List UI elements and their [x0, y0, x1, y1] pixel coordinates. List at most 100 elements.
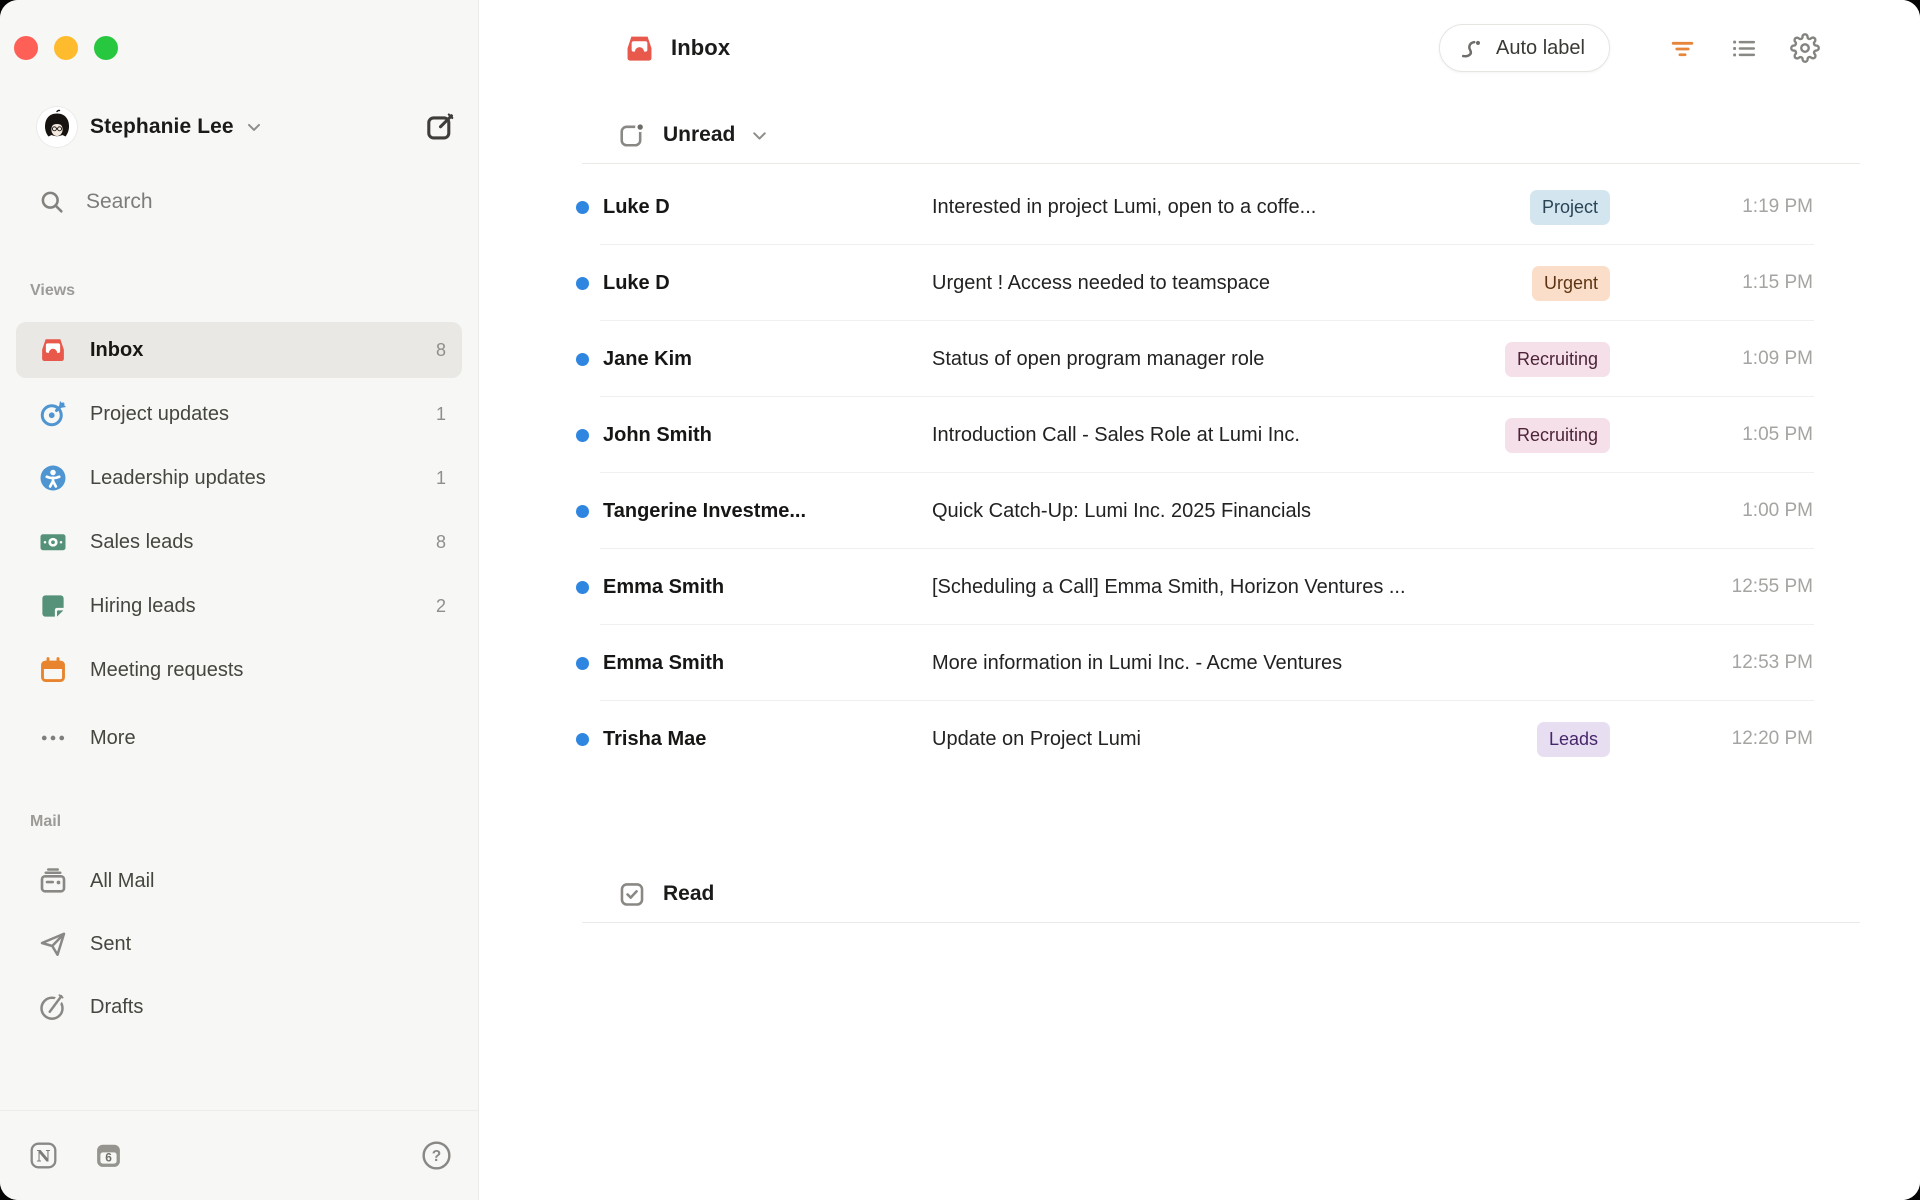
sidebar-item-meeting-requests[interactable]: Meeting requests [16, 642, 462, 698]
unread-dot-icon [576, 657, 589, 670]
sidebar-item-more[interactable]: More [16, 710, 462, 766]
search-input[interactable]: Search [16, 182, 462, 222]
email-row[interactable]: John Smith Introduction Call - Sales Rol… [479, 397, 1920, 473]
unread-dot-icon [576, 733, 589, 746]
email-sender: Luke D [603, 272, 932, 295]
minimize-window-button[interactable] [54, 36, 78, 60]
auto-label-button[interactable]: Auto label [1439, 24, 1610, 72]
help-icon[interactable]: ? [421, 1140, 452, 1171]
sidebar-item-count: 8 [436, 532, 446, 553]
close-window-button[interactable] [14, 36, 38, 60]
banknote-icon [38, 527, 68, 557]
email-time: 12:55 PM [1648, 576, 1813, 598]
sidebar-item-drafts[interactable]: Drafts [16, 979, 462, 1035]
email-sender: Trisha Mae [603, 728, 932, 751]
svg-text:N: N [36, 1146, 50, 1165]
email-row[interactable]: Emma Smith More information in Lumi Inc.… [479, 625, 1920, 701]
list-view-icon[interactable] [1729, 34, 1758, 63]
unread-group-title: Unread [663, 123, 735, 147]
notion-logo-icon[interactable]: N [29, 1141, 58, 1170]
sidebar-item-sales-leads[interactable]: Sales leads 8 [16, 514, 462, 570]
sidebar-item-label: Leadership updates [90, 467, 436, 490]
filter-icon[interactable] [1668, 34, 1697, 63]
sidebar-item-leadership-updates[interactable]: Leadership updates 1 [16, 450, 462, 506]
target-icon [38, 399, 68, 429]
email-sender: Emma Smith [603, 576, 932, 599]
svg-text:?: ? [432, 1148, 441, 1165]
calendar-day-icon[interactable]: 6 [94, 1141, 123, 1170]
email-time: 1:09 PM [1648, 348, 1813, 370]
sidebar-item-count: 1 [436, 468, 446, 489]
sidebar-item-label: Hiring leads [90, 595, 436, 618]
email-sender: Jane Kim [603, 348, 932, 371]
sidebar-item-sent[interactable]: Sent [16, 916, 462, 972]
email-row[interactable]: Emma Smith [Scheduling a Call] Emma Smit… [479, 549, 1920, 625]
compose-button[interactable] [424, 111, 456, 143]
sidebar: Stephanie Lee [0, 0, 479, 1200]
divider [582, 163, 1860, 164]
unread-dot-icon [576, 429, 589, 442]
chevron-down-icon [244, 117, 264, 137]
window-controls [0, 0, 478, 60]
email-row[interactable]: Tangerine Investme... Quick Catch-Up: Lu… [479, 473, 1920, 549]
drafts-icon [38, 992, 68, 1022]
person-icon [38, 463, 68, 493]
email-row[interactable]: Jane Kim Status of open program manager … [479, 321, 1920, 397]
email-row[interactable]: Luke D Urgent ! Access needed to teamspa… [479, 245, 1920, 321]
email-time: 1:00 PM [1648, 500, 1813, 522]
email-subject: Status of open program manager role [932, 348, 1505, 371]
email-row[interactable]: Luke D Interested in project Lumi, open … [479, 169, 1920, 245]
user-avatar [37, 107, 77, 147]
email-sender: Tangerine Investme... [603, 500, 932, 523]
sidebar-item-count: 2 [436, 596, 446, 617]
ellipsis-icon [38, 723, 68, 753]
sidebar-item-label: Sales leads [90, 531, 436, 554]
sidebar-item-all-mail[interactable]: All Mail [16, 853, 462, 909]
auto-label-icon [1459, 35, 1485, 61]
email-list: Luke D Interested in project Lumi, open … [479, 169, 1920, 777]
unread-group-header[interactable]: Unread [479, 110, 1920, 160]
email-subject: More information in Lumi Inc. - Acme Ven… [932, 652, 1610, 675]
send-icon [38, 929, 68, 959]
sidebar-item-label: Project updates [90, 403, 436, 426]
unread-dot-icon [576, 505, 589, 518]
read-group-header[interactable]: Read [479, 869, 1920, 919]
email-subject: Urgent ! Access needed to teamspace [932, 272, 1532, 295]
app-window: Stephanie Lee [0, 0, 1920, 1200]
user-name: Stephanie Lee [90, 115, 234, 139]
all-mail-icon [38, 866, 68, 896]
sidebar-item-count: 8 [436, 340, 446, 361]
sidebar-item-label: All Mail [90, 870, 446, 893]
chevron-down-icon [749, 125, 770, 146]
unread-dot-icon [576, 277, 589, 290]
unread-dot-icon [576, 201, 589, 214]
email-sender: Emma Smith [603, 652, 932, 675]
zoom-window-button[interactable] [94, 36, 118, 60]
main-header: Inbox Auto label [479, 0, 1920, 72]
inbox-icon [623, 32, 656, 65]
account-switcher[interactable]: Stephanie Lee [16, 105, 462, 149]
email-subject: Introduction Call - Sales Role at Lumi I… [932, 424, 1505, 447]
sidebar-item-hiring-leads[interactable]: Hiring leads 2 [16, 578, 462, 634]
email-row[interactable]: Trisha Mae Update on Project Lumi Leads … [479, 701, 1920, 777]
main-panel: Inbox Auto label [479, 0, 1920, 1200]
read-group-title: Read [663, 882, 714, 906]
unread-icon [618, 121, 646, 149]
email-sender: John Smith [603, 424, 932, 447]
sidebar-item-label: Inbox [90, 339, 436, 362]
search-placeholder: Search [86, 190, 153, 214]
email-time: 12:53 PM [1648, 652, 1813, 674]
sidebar-item-label: Drafts [90, 996, 446, 1019]
email-label-badge: Urgent [1532, 266, 1610, 301]
sidebar-item-inbox[interactable]: Inbox 8 [16, 322, 462, 378]
note-icon [38, 591, 68, 621]
divider [582, 922, 1860, 923]
email-label-badge: Leads [1537, 722, 1610, 757]
email-subject: Interested in project Lumi, open to a co… [932, 196, 1530, 219]
sidebar-item-label: Meeting requests [90, 659, 446, 682]
settings-gear-icon[interactable] [1790, 33, 1820, 63]
calendar-icon [38, 655, 68, 685]
sidebar-item-count: 1 [436, 404, 446, 425]
sidebar-item-project-updates[interactable]: Project updates 1 [16, 386, 462, 442]
unread-dot-icon [576, 353, 589, 366]
